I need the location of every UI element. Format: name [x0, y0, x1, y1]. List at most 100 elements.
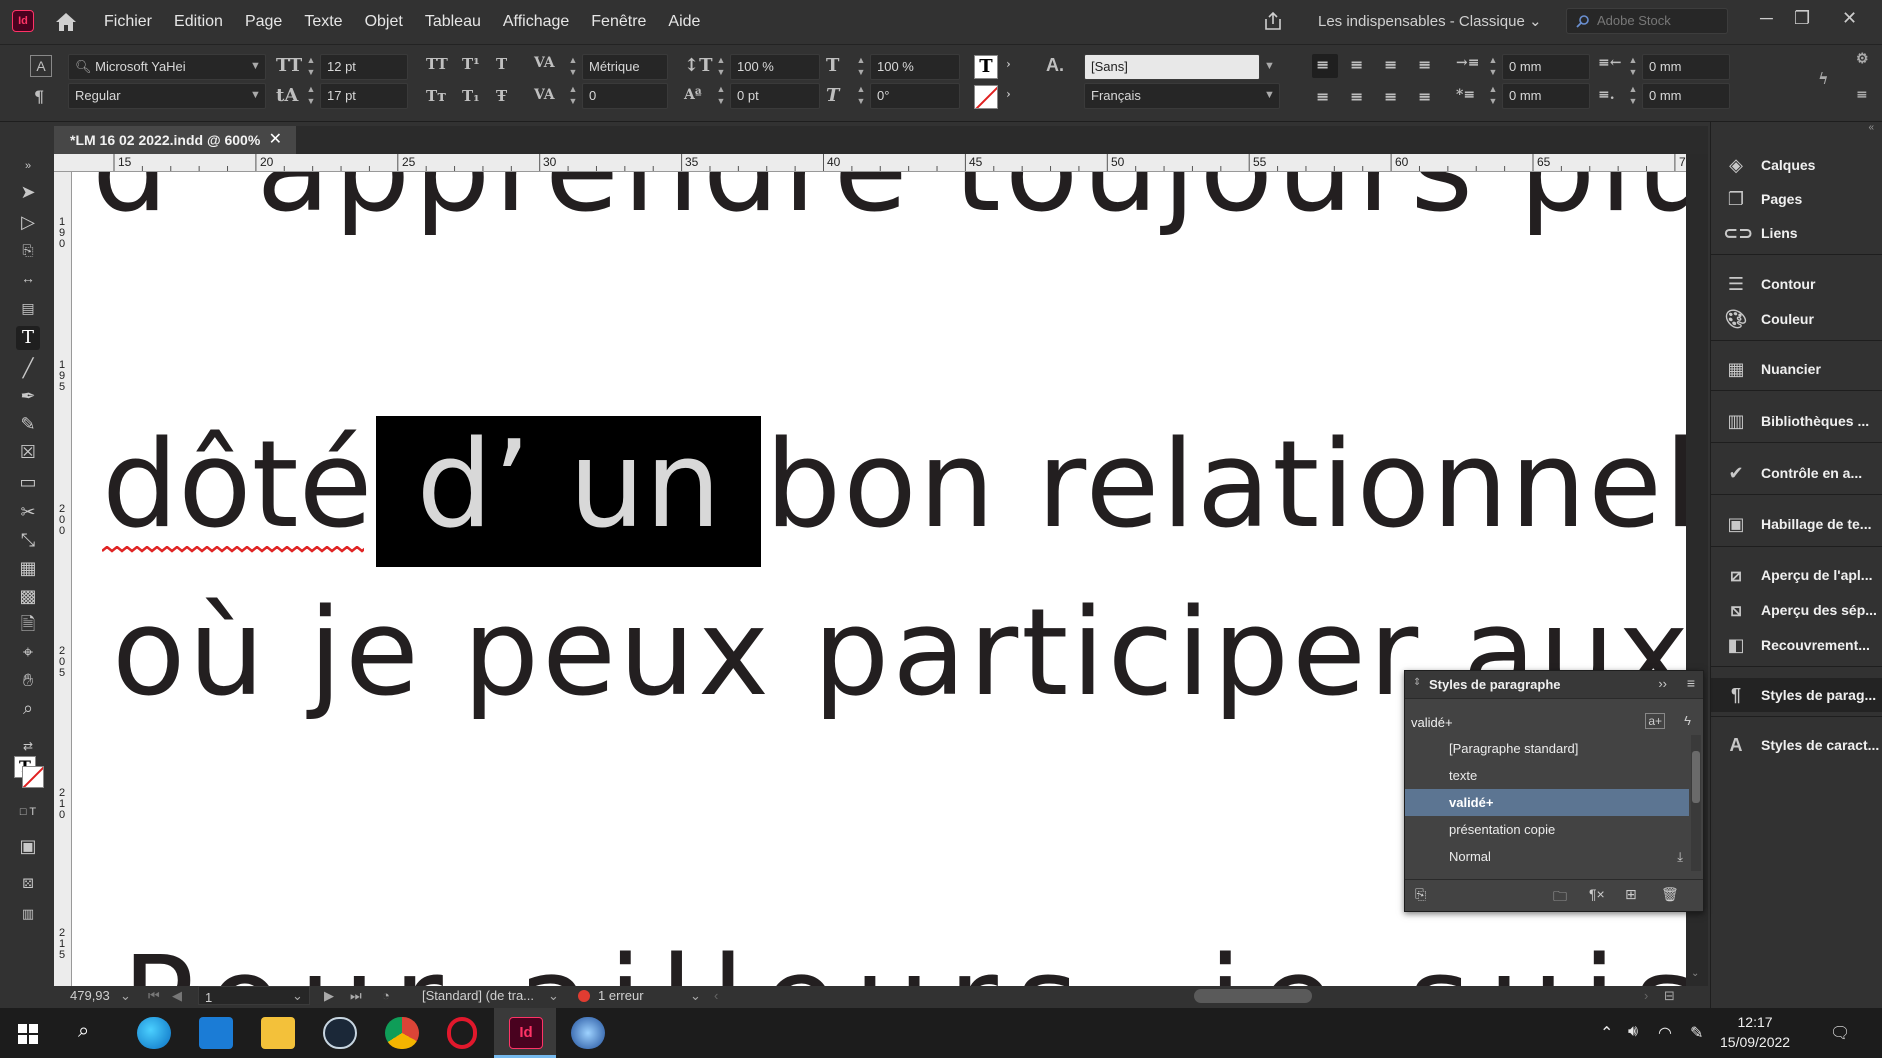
- superscript-icon[interactable]: T¹: [462, 55, 480, 73]
- misspelled-word[interactable]: dôté: [102, 416, 372, 555]
- pencil-tool-icon[interactable]: ✎: [16, 412, 40, 436]
- chevron-down-icon[interactable]: ▼: [250, 60, 264, 74]
- text-selection[interactable]: d’ un: [376, 416, 762, 567]
- last-line-stepper[interactable]: ▲ ▼: [1626, 83, 1640, 109]
- panel-nuancier[interactable]: ▦ Nuancier: [1711, 352, 1882, 386]
- list-item[interactable]: [Paragraphe standard]: [1405, 735, 1689, 762]
- lightning-icon[interactable]: ϟ: [1818, 69, 1829, 88]
- scroll-right-icon[interactable]: ›: [1644, 988, 1648, 1003]
- steam-icon[interactable]: [323, 1017, 357, 1049]
- new-style-group-icon[interactable]: a+: [1645, 713, 1665, 729]
- line-tool-icon[interactable]: ╱: [16, 356, 40, 380]
- file-explorer-icon[interactable]: [261, 1017, 295, 1049]
- text-line[interactable]: dôté d’ un bon relationnel,: [102, 416, 1686, 567]
- chevron-down-icon[interactable]: ▼: [1264, 89, 1278, 103]
- share-icon[interactable]: [1262, 10, 1284, 32]
- panel-bibliotheques[interactable]: ▥ Bibliothèques ...: [1711, 404, 1882, 438]
- chevron-up-icon[interactable]: ⌃: [1600, 1023, 1613, 1043]
- preflight-icon[interactable]: ◔: [382, 988, 390, 1003]
- right-indent-stepper[interactable]: ▲ ▼: [1626, 54, 1640, 80]
- workspace-switcher[interactable]: Les indispensables - Classique ⌄: [1318, 12, 1542, 30]
- chevron-down-icon[interactable]: ▼: [250, 89, 264, 103]
- small-caps-icon[interactable]: Tт: [426, 87, 446, 105]
- collapse-arrows-icon[interactable]: ⇕: [1413, 677, 1421, 688]
- panel-controle[interactable]: ✔ Contrôle en a...: [1711, 456, 1882, 490]
- chevron-down-icon[interactable]: ▼: [1264, 60, 1278, 74]
- hand-tool-icon[interactable]: ✋︎: [16, 668, 40, 692]
- all-caps-icon[interactable]: TT: [426, 55, 448, 73]
- rectangle-frame-tool-icon[interactable]: ☒: [16, 440, 40, 464]
- screen-mode-icon[interactable]: ⚄: [16, 872, 40, 896]
- scroll-down-icon[interactable]: ⌄: [1691, 968, 1699, 979]
- text-line[interactable]: Pour ailleurs, je suis en k’essai: [122, 932, 1686, 986]
- indesign-taskbar-icon[interactable]: Id: [509, 1017, 543, 1049]
- panel-styles-paragraphe[interactable]: ¶ Styles de parag...: [1711, 678, 1882, 712]
- clear-overrides-icon[interactable]: ¶×: [1589, 886, 1605, 902]
- chrome-icon[interactable]: [385, 1017, 419, 1049]
- previous-page-icon[interactable]: ◀: [172, 988, 182, 1004]
- gradient-feather-tool-icon[interactable]: ▩: [16, 584, 40, 608]
- panel-menu-icon[interactable]: ≡: [1687, 675, 1695, 691]
- vertical-ruler[interactable]: 190 195 200 205 210 215: [54, 172, 72, 986]
- windows-start-icon[interactable]: [18, 1024, 38, 1044]
- font-style-field[interactable]: Regular: [68, 83, 266, 109]
- menu-page[interactable]: Page: [245, 13, 282, 31]
- gap-tool-icon[interactable]: ↔: [16, 266, 40, 290]
- panel-habillage[interactable]: ▣ Habillage de te...: [1711, 507, 1882, 541]
- gradient-tool-icon[interactable]: ▦: [16, 556, 40, 580]
- collapse-icon[interactable]: ››: [1658, 676, 1667, 691]
- chevron-down-icon[interactable]: ⌄: [548, 988, 559, 1004]
- scroll-left-icon[interactable]: ‹: [714, 988, 718, 1003]
- collapse-icon[interactable]: »: [16, 154, 40, 178]
- menu-fenetre[interactable]: Fenêtre: [591, 13, 646, 31]
- folder-icon[interactable]: 🗀︎: [1553, 886, 1567, 910]
- skew-stepper[interactable]: ▲ ▼: [854, 83, 868, 109]
- vscale-stepper[interactable]: ▲ ▼: [714, 54, 728, 80]
- align-towards-spine-icon[interactable]: ≡: [1384, 87, 1397, 106]
- close-window-button[interactable]: ✕: [1842, 8, 1857, 29]
- baseline-stepper[interactable]: ▲ ▼: [714, 83, 728, 109]
- size-stepper[interactable]: ▲ ▼: [304, 54, 318, 80]
- page-tool-icon[interactable]: ⎘: [16, 238, 40, 262]
- search-icon[interactable]: ⌕: [78, 1020, 89, 1043]
- delete-icon[interactable]: 🗑︎: [1661, 886, 1679, 903]
- list-scrollbar-thumb[interactable]: [1692, 751, 1700, 803]
- next-page-icon[interactable]: ▶: [324, 988, 334, 1004]
- justify-all-icon[interactable]: ≡: [1350, 87, 1363, 106]
- type-tool-icon[interactable]: T: [16, 326, 40, 350]
- opera-icon[interactable]: [447, 1017, 477, 1049]
- scissors-tool-icon[interactable]: ✂: [16, 500, 40, 524]
- chevron-down-icon[interactable]: ⌄: [690, 988, 701, 1004]
- right-indent-field[interactable]: 0 mm: [1642, 54, 1730, 80]
- eyedropper-tool-icon[interactable]: ⌖: [16, 640, 40, 664]
- chevron-right-icon[interactable]: ›: [1006, 87, 1011, 101]
- notifications-icon[interactable]: 🗨︎: [1830, 1023, 1850, 1043]
- language-field[interactable]: Français: [1084, 83, 1280, 109]
- close-icon[interactable]: ✕: [269, 126, 282, 154]
- panel-apercu-separations[interactable]: ⧅ Aperçu des sép...: [1711, 593, 1882, 627]
- minimize-button[interactable]: ─: [1760, 8, 1773, 29]
- tracking-field[interactable]: 0: [582, 83, 668, 109]
- lightning-icon[interactable]: ϟ: [1684, 713, 1691, 728]
- left-indent-field[interactable]: 0 mm: [1502, 54, 1590, 80]
- text-run[interactable]: bon relationnel,: [765, 416, 1686, 555]
- left-indent-stepper[interactable]: ▲ ▼: [1486, 54, 1500, 80]
- menu-fichier[interactable]: Fichier: [104, 13, 152, 31]
- hscale-stepper[interactable]: ▲ ▼: [854, 54, 868, 80]
- horizontal-ruler[interactable]: 15 20 25 30 35 40 45 50 55 60 65 70: [54, 154, 1686, 172]
- formatting-affects-container-icon[interactable]: □ T: [16, 800, 40, 824]
- vertical-scale-field[interactable]: 100 %: [730, 54, 820, 80]
- list-item[interactable]: Normal ⤓: [1405, 843, 1689, 870]
- menu-objet[interactable]: Objet: [365, 13, 403, 31]
- baseline-field[interactable]: 0 pt: [730, 83, 820, 109]
- wifi-icon[interactable]: ◠: [1658, 1023, 1672, 1043]
- taskbar-clock[interactable]: 12:17 15/09/2022: [1720, 1012, 1790, 1052]
- zoom-tool-icon[interactable]: ⌕: [16, 696, 40, 720]
- normal-view-icon[interactable]: ▣: [16, 834, 40, 858]
- align-center-icon[interactable]: ≡: [1350, 55, 1363, 74]
- import-icon[interactable]: ⤓: [1677, 843, 1683, 870]
- text-stroke-swatch[interactable]: [974, 85, 998, 109]
- stroke-swatch[interactable]: [22, 766, 44, 788]
- subscript-icon[interactable]: T₁: [462, 87, 480, 105]
- align-away-spine-icon[interactable]: ≡: [1418, 87, 1431, 106]
